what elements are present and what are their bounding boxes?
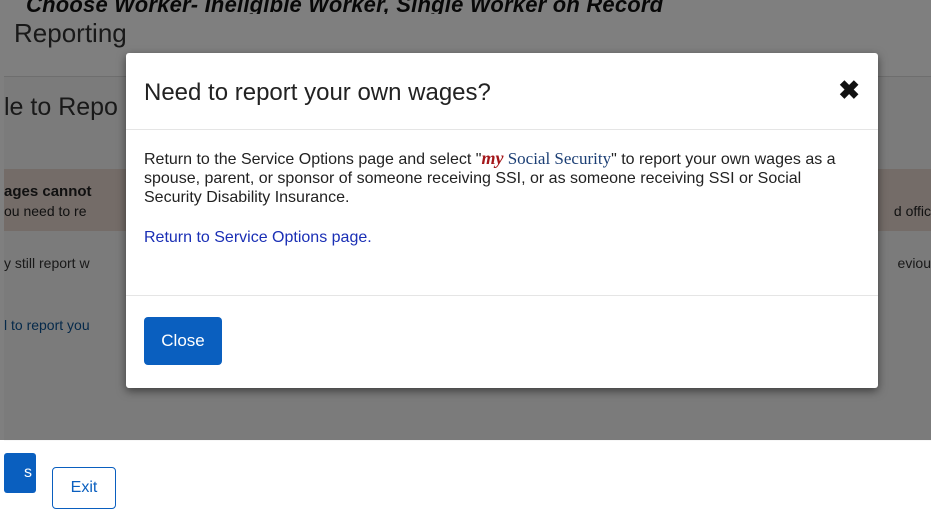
my-brand-text: my <box>481 148 504 168</box>
modal-message: Return to the Service Options page and s… <box>144 149 860 207</box>
report-wages-dialog: Need to report your own wages? ✖ Return … <box>126 53 878 388</box>
close-icon[interactable]: ✖ <box>838 75 860 105</box>
modal-footer: Close <box>126 295 878 389</box>
exit-button[interactable]: Exit <box>52 467 116 509</box>
background-primary-button[interactable]: s <box>4 453 36 493</box>
social-security-brand-text: Social Security <box>503 149 612 168</box>
modal-header: Need to report your own wages? ✖ <box>126 53 878 130</box>
message-prefix: Return to the Service Options page and s… <box>144 151 482 168</box>
return-to-service-options-link[interactable]: Return to Service Options page. <box>144 228 860 247</box>
close-button[interactable]: Close <box>144 317 222 365</box>
modal-body: Return to the Service Options page and s… <box>144 149 860 247</box>
modal-title: Need to report your own wages? <box>144 79 491 106</box>
